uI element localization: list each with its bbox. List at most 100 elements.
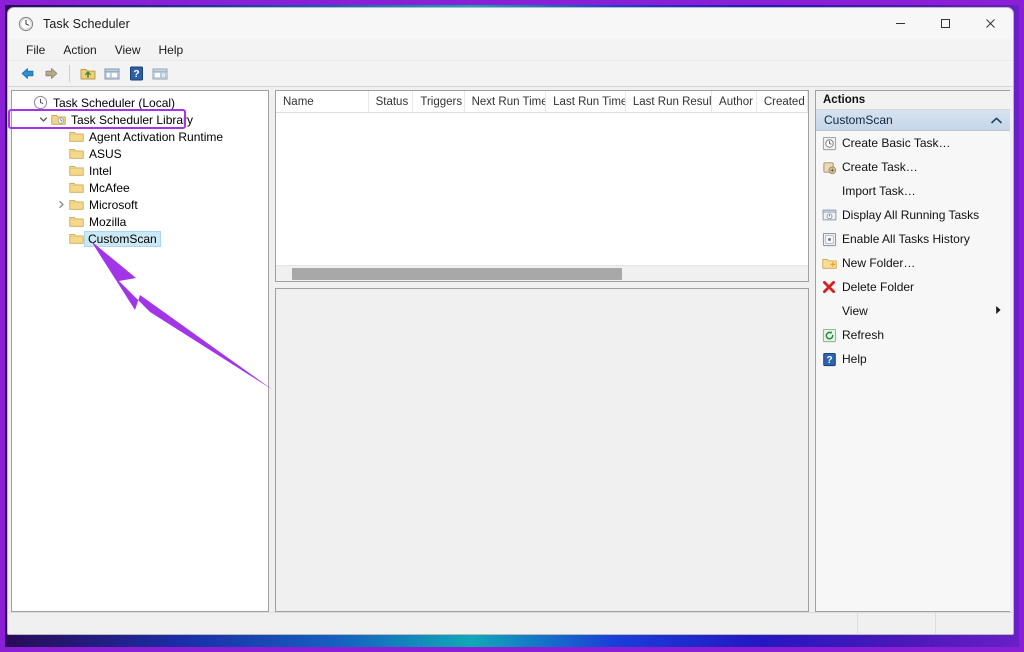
tree-item-label: CustomScan — [84, 230, 161, 247]
tree-item-label: ASUS — [89, 146, 122, 161]
folder-icon — [68, 232, 85, 245]
action-label: Create Task… — [842, 160, 918, 174]
column-header-triggers[interactable]: Triggers — [413, 91, 465, 112]
new-folder-icon — [816, 257, 842, 270]
chevron-down-icon[interactable] — [36, 115, 50, 124]
toolbar: ? — [8, 61, 1013, 87]
history-icon — [816, 232, 842, 247]
column-header-next-run-time[interactable]: Next Run Time — [465, 91, 547, 112]
tree-item-label: Task Scheduler Library — [71, 112, 194, 127]
status-bar — [8, 612, 1013, 634]
library-folder-icon — [50, 113, 67, 126]
column-header-created[interactable]: Created — [757, 91, 808, 112]
horizontal-scrollbar[interactable] — [276, 265, 808, 281]
tree-item-label: Task Scheduler (Local) — [53, 95, 176, 110]
actions-group-label: CustomScan — [824, 113, 893, 127]
running-tasks-icon — [816, 208, 842, 222]
menu-action[interactable]: Action — [54, 41, 105, 59]
console-tree-icon[interactable] — [101, 63, 123, 85]
svg-text:?: ? — [826, 354, 832, 365]
action-refresh[interactable]: Refresh — [816, 323, 1010, 347]
action-create-basic-task[interactable]: Create Basic Task… — [816, 131, 1010, 155]
column-header-status[interactable]: Status — [369, 91, 414, 112]
back-button[interactable] — [16, 63, 38, 85]
action-label: Import Task… — [842, 184, 916, 198]
column-header-label: Next Run Time — [471, 95, 547, 108]
forward-button[interactable] — [40, 63, 62, 85]
task-detail-pane — [275, 288, 809, 612]
action-new-folder[interactable]: New Folder… — [816, 251, 1010, 275]
tree-item-task-scheduler-library[interactable]: Task Scheduler Library — [12, 111, 268, 128]
column-header-label: Last Run Result — [632, 95, 713, 108]
task-list-body[interactable] — [276, 113, 808, 265]
tree-item-mcafee[interactable]: McAfee — [12, 179, 268, 196]
tree-item-label: Agent Activation Runtime — [89, 129, 224, 144]
refresh-icon — [816, 328, 842, 343]
status-bar-cell — [857, 612, 935, 634]
action-delete-folder[interactable]: Delete Folder — [816, 275, 1010, 299]
column-header-name[interactable]: Name — [276, 91, 369, 112]
action-label: Help — [842, 352, 867, 366]
folder-up-icon[interactable] — [77, 63, 99, 85]
help-question-icon: ? — [816, 352, 842, 367]
folder-icon — [68, 164, 85, 177]
tree-list: Task Scheduler (Local) Task Scheduler Lib… — [12, 91, 268, 247]
chevron-right-icon[interactable] — [54, 200, 68, 209]
action-label: Create Basic Task… — [842, 136, 951, 150]
action-pane-icon[interactable] — [149, 63, 171, 85]
task-list-view[interactable]: Name Status Triggers Next Run Time Last Run … — [275, 90, 809, 282]
scrollbar-thumb[interactable] — [292, 268, 622, 280]
tree-item-microsoft[interactable]: Microsoft — [12, 196, 268, 213]
close-button[interactable] — [968, 8, 1013, 39]
console-tree-pane[interactable]: Task Scheduler (Local) Task Scheduler Lib… — [11, 90, 269, 612]
menu-file[interactable]: File — [17, 41, 54, 59]
clock-icon — [32, 95, 49, 110]
clock-icon — [18, 16, 34, 32]
create-task-icon — [816, 160, 842, 175]
actions-list: Create Basic Task… Create Task… Import Tas… — [816, 131, 1010, 371]
chevron-right-icon — [995, 305, 1002, 317]
action-view[interactable]: View — [816, 299, 1010, 323]
action-display-running-tasks[interactable]: Display All Running Tasks — [816, 203, 1010, 227]
action-label: Delete Folder — [842, 280, 915, 294]
column-header-last-run-result[interactable]: Last Run Result — [626, 91, 713, 112]
actions-pane-title: Actions — [816, 91, 1010, 110]
tree-item-label: McAfee — [89, 180, 130, 195]
create-basic-task-icon — [816, 136, 842, 151]
column-header-last-run-time[interactable]: Last Run Time — [546, 91, 626, 112]
chevron-up-icon[interactable] — [991, 113, 1002, 127]
tree-item-intel[interactable]: Intel — [12, 162, 268, 179]
window-controls — [878, 8, 1013, 39]
action-label: View — [842, 304, 868, 318]
column-header-row: Name Status Triggers Next Run Time Last Run … — [276, 91, 808, 113]
column-header-label: Triggers — [420, 95, 463, 108]
tree-item-agent-activation-runtime[interactable]: Agent Activation Runtime — [12, 128, 268, 145]
column-header-label: Last Run Time — [553, 95, 626, 108]
menu-help[interactable]: Help — [150, 41, 193, 59]
minimize-button[interactable] — [878, 8, 923, 39]
task-scheduler-window: Task Scheduler File Action View Help ? T… — [7, 7, 1014, 635]
action-enable-tasks-history[interactable]: Enable All Tasks History — [816, 227, 1010, 251]
maximize-button[interactable] — [923, 8, 968, 39]
delete-x-icon — [816, 280, 842, 294]
folder-icon — [68, 198, 85, 211]
tree-item-label: Intel — [89, 163, 112, 178]
action-import-task[interactable]: Import Task… — [816, 179, 1010, 203]
actions-group-header[interactable]: CustomScan — [816, 110, 1010, 131]
main-panes: Task Scheduler (Local) Task Scheduler Lib… — [8, 87, 1013, 612]
toolbar-separator — [69, 65, 70, 82]
action-help[interactable]: ? Help — [816, 347, 1010, 371]
folder-icon — [68, 130, 85, 143]
folder-icon — [68, 181, 85, 194]
column-header-label: Status — [375, 95, 409, 108]
tree-item-mozilla[interactable]: Mozilla — [12, 213, 268, 230]
menu-view[interactable]: View — [106, 41, 150, 59]
action-label: New Folder… — [842, 256, 916, 270]
tree-item-asus[interactable]: ASUS — [12, 145, 268, 162]
action-label: Display All Running Tasks — [842, 208, 980, 222]
action-create-task[interactable]: Create Task… — [816, 155, 1010, 179]
tree-item-customscan[interactable]: CustomScan — [12, 230, 268, 247]
column-header-author[interactable]: Author — [712, 91, 757, 112]
help-question-icon[interactable]: ? — [125, 63, 147, 85]
tree-item-task-scheduler-local[interactable]: Task Scheduler (Local) — [12, 94, 268, 111]
